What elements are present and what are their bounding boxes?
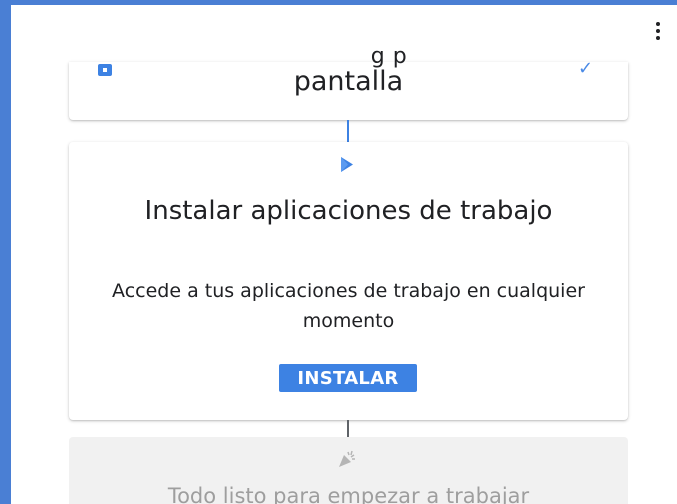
step-connector xyxy=(347,120,349,142)
play-store-icon xyxy=(341,157,353,172)
more-vert-icon[interactable] xyxy=(646,18,670,44)
install-button[interactable]: INSTALAR xyxy=(279,364,417,392)
menu-dot xyxy=(656,36,660,40)
step-title: Instalar aplicaciones de trabajo xyxy=(144,196,553,226)
menu-dot xyxy=(656,29,660,33)
menu-dot xyxy=(656,22,660,26)
step-title: Todo listo para empezar a trabajar xyxy=(167,484,530,504)
window-left-border xyxy=(0,0,11,504)
step-card-screen-lock: g p pantalla ✓ xyxy=(69,44,628,120)
window-top-border xyxy=(0,0,677,5)
check-icon: ✓ xyxy=(578,58,594,79)
step-card-install-apps: Instalar aplicaciones de trabajo Accede … xyxy=(69,142,628,420)
step-description: Accede a tus aplicaciones de trabajo en … xyxy=(112,280,585,332)
step-card-ready: Todo listo para empezar a trabajar xyxy=(69,437,628,504)
step-title: pantalla xyxy=(293,66,404,97)
step-connector xyxy=(347,420,349,437)
party-popper-icon xyxy=(339,450,355,467)
